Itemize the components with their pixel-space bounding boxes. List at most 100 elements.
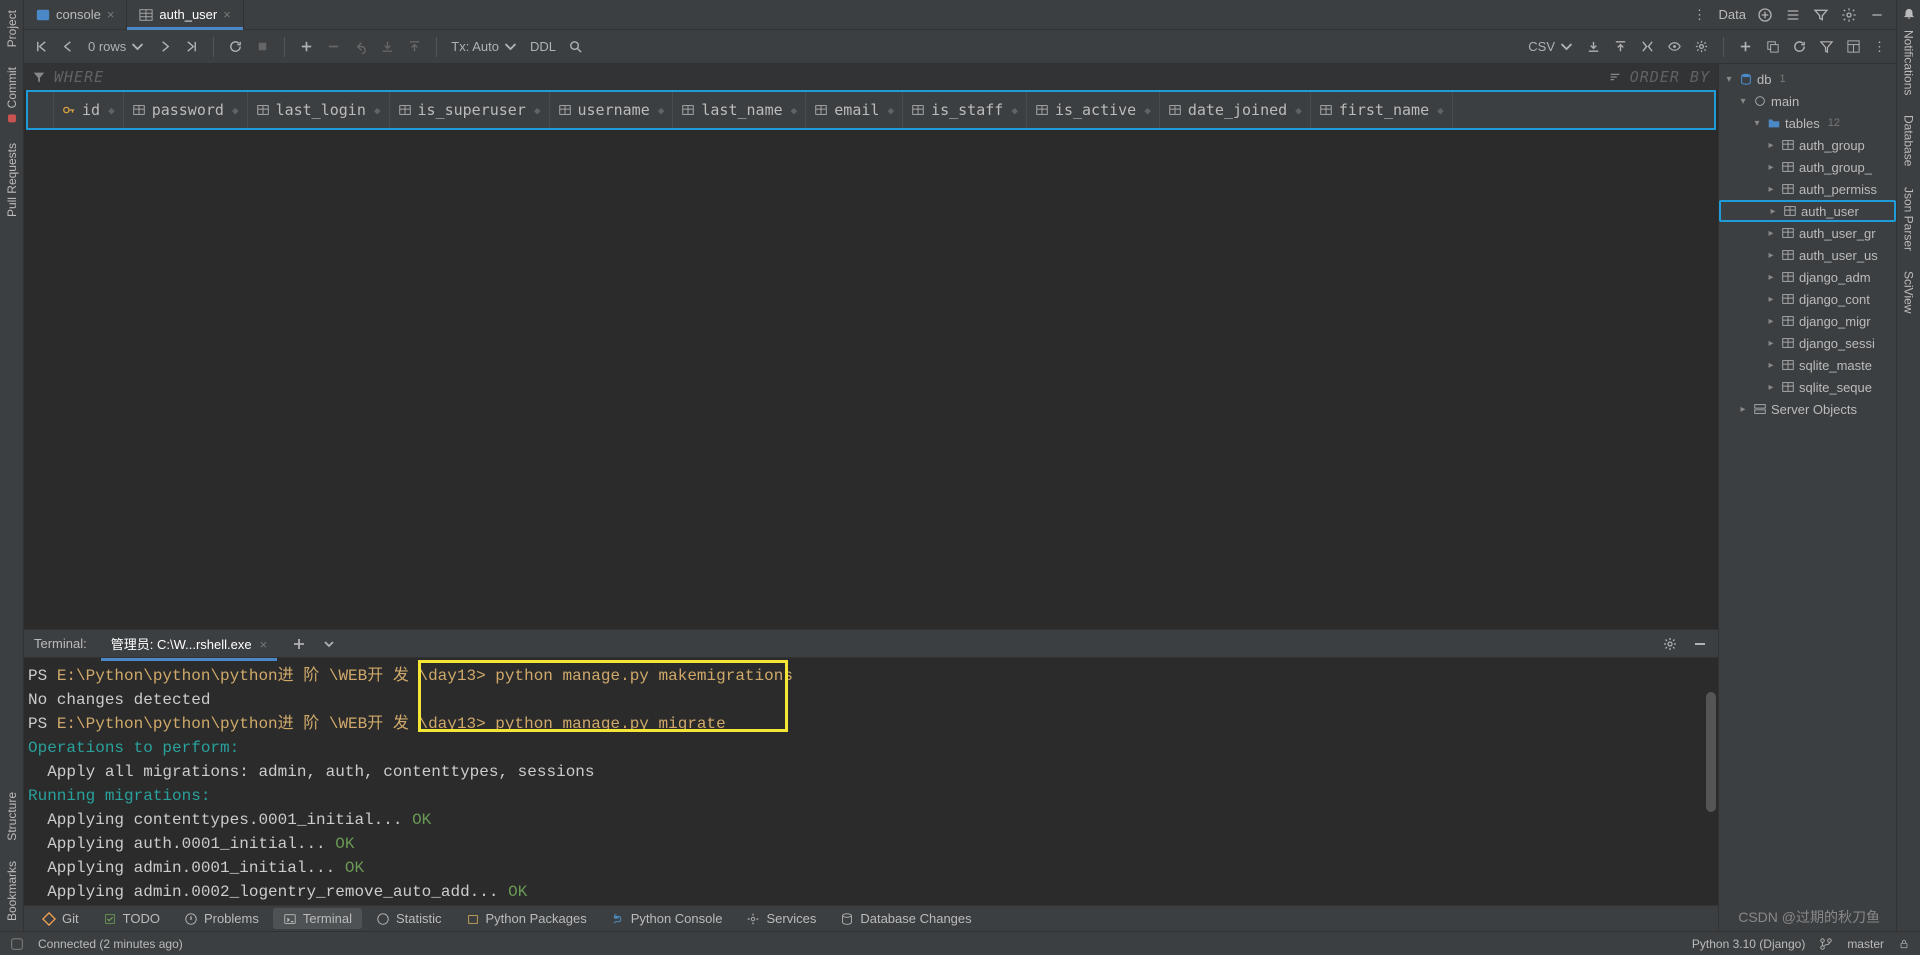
status-branch[interactable]: master	[1847, 937, 1884, 951]
left-tab-pull-requests[interactable]: Pull Requests	[3, 133, 21, 227]
right-tab-notifications[interactable]: Notifications	[1900, 20, 1918, 105]
status-python[interactable]: Python 3.10 (Django)	[1692, 937, 1805, 951]
btool-python-console[interactable]: Python Console	[601, 908, 733, 929]
tab-auth-user[interactable]: auth_user ×	[127, 0, 243, 29]
btool-python-packages[interactable]: Python Packages	[456, 908, 597, 929]
sort-icon[interactable]	[1608, 70, 1622, 84]
column-header-last_name[interactable]: last_name◆	[673, 92, 806, 128]
tree-node-tables[interactable]: ▾tables12	[1719, 112, 1896, 134]
tx-mode[interactable]: Tx: Auto	[451, 39, 518, 54]
add-terminal-icon[interactable]	[291, 636, 307, 652]
tree-node-django_adm[interactable]: ▸django_adm	[1719, 266, 1896, 288]
tree-node-auth_user[interactable]: ▸auth_user	[1719, 200, 1896, 222]
branch-icon[interactable]	[1819, 937, 1833, 951]
tree-node-sqlite_maste[interactable]: ▸sqlite_maste	[1719, 354, 1896, 376]
right-tab-json-parser[interactable]: Json Parser	[1900, 177, 1918, 261]
tree-node-auth_group_[interactable]: ▸auth_group_	[1719, 156, 1896, 178]
export-csv[interactable]: CSV	[1528, 39, 1574, 54]
view-icon[interactable]	[1667, 39, 1682, 54]
last-page-icon[interactable]	[184, 39, 199, 54]
column-header-password[interactable]: password◆	[124, 92, 248, 128]
copy-icon[interactable]	[1765, 39, 1780, 54]
tree-node-server-objects[interactable]: ▸Server Objects	[1719, 398, 1896, 420]
btool-git[interactable]: Git	[32, 908, 89, 929]
column-header-username[interactable]: username◆	[550, 92, 674, 128]
column-header-is_staff[interactable]: is_staff◆	[903, 92, 1027, 128]
gear-icon[interactable]	[1694, 39, 1709, 54]
data-grid-body[interactable]	[24, 130, 1718, 629]
btool-problems[interactable]: Problems	[174, 908, 269, 929]
collapse-icon[interactable]	[1784, 6, 1802, 24]
first-page-icon[interactable]	[34, 39, 49, 54]
layout-icon[interactable]	[1846, 39, 1861, 54]
reload-icon[interactable]	[228, 39, 243, 54]
btool-db-changes[interactable]: Database Changes	[830, 908, 981, 929]
column-header-email[interactable]: email◆	[806, 92, 903, 128]
revert-icon[interactable]	[353, 39, 368, 54]
compare-icon[interactable]	[1640, 39, 1655, 54]
close-icon[interactable]: ×	[107, 7, 115, 22]
tab-console[interactable]: console ×	[24, 0, 127, 29]
filter-db-icon[interactable]	[1819, 39, 1834, 54]
search-icon[interactable]	[568, 39, 583, 54]
row-count[interactable]: 0 rows	[88, 39, 145, 54]
btool-statistic[interactable]: Statistic	[366, 908, 452, 929]
btool-terminal[interactable]: Terminal	[273, 908, 362, 929]
next-page-icon[interactable]	[157, 39, 172, 54]
left-tab-structure[interactable]: Structure	[3, 782, 21, 851]
prev-page-icon[interactable]	[61, 39, 76, 54]
terminal-settings-icon[interactable]	[1662, 636, 1678, 652]
terminal-output[interactable]: PS E:\Python\python\python进 阶 \WEB开 发 \d…	[24, 658, 1718, 905]
tree-node-django_cont[interactable]: ▸django_cont	[1719, 288, 1896, 310]
btool-services[interactable]: Services	[736, 908, 826, 929]
tree-node-django_sessi[interactable]: ▸django_sessi	[1719, 332, 1896, 354]
close-icon[interactable]: ×	[260, 637, 268, 652]
tree-node-django_migr[interactable]: ▸django_migr	[1719, 310, 1896, 332]
orderby-label[interactable]: ORDER BY	[1630, 68, 1710, 86]
left-tab-commit[interactable]: Commit	[3, 57, 21, 132]
terminal-scrollbar[interactable]	[1706, 662, 1716, 901]
tree-node-sqlite_seque[interactable]: ▸sqlite_seque	[1719, 376, 1896, 398]
tree-node-auth_group[interactable]: ▸auth_group	[1719, 134, 1896, 156]
btool-todo[interactable]: TODO	[93, 908, 170, 929]
bell-icon[interactable]	[1902, 6, 1916, 20]
filter-panel-icon[interactable]	[1812, 6, 1830, 24]
column-header-last_login[interactable]: last_login◆	[248, 92, 390, 128]
download-icon[interactable]	[1586, 39, 1601, 54]
tree-node-auth_user_gr[interactable]: ▸auth_user_gr	[1719, 222, 1896, 244]
menu-icon[interactable]: ⋮	[1691, 6, 1709, 24]
minimize-icon[interactable]	[1868, 6, 1886, 24]
column-header-id[interactable]: id◆	[54, 92, 124, 128]
column-header-date_joined[interactable]: date_joined◆	[1160, 92, 1311, 128]
column-header-is_superuser[interactable]: is_superuser◆	[390, 92, 550, 128]
new-query-icon[interactable]	[1738, 39, 1753, 54]
close-icon[interactable]: ×	[223, 7, 231, 22]
tree-node-auth_permiss[interactable]: ▸auth_permiss	[1719, 178, 1896, 200]
ddl-button[interactable]: DDL	[530, 39, 556, 54]
commit-icon[interactable]	[380, 39, 395, 54]
add-row-icon[interactable]	[299, 39, 314, 54]
add-datasource-icon[interactable]	[1756, 6, 1774, 24]
tree-node-auth_user_us[interactable]: ▸auth_user_us	[1719, 244, 1896, 266]
filter-icon[interactable]	[32, 70, 46, 84]
stop-icon[interactable]	[255, 39, 270, 54]
where-label[interactable]: WHERE	[54, 68, 104, 86]
import-icon[interactable]	[1613, 39, 1628, 54]
column-header-is_active[interactable]: is_active◆	[1027, 92, 1160, 128]
lock-icon[interactable]	[1898, 938, 1910, 950]
terminal-tab[interactable]: 管理员: C:\W...rshell.exe×	[101, 631, 277, 656]
tree-node-db[interactable]: ▾db1	[1719, 68, 1896, 90]
settings-icon[interactable]	[1840, 6, 1858, 24]
right-tab-database[interactable]: Database	[1900, 105, 1918, 176]
column-header-first_name[interactable]: first_name◆	[1311, 92, 1453, 128]
right-tab-sciview[interactable]: SciView	[1900, 261, 1918, 323]
hide-terminal-icon[interactable]	[1692, 636, 1708, 652]
chevron-down-icon[interactable]	[321, 636, 337, 652]
left-tab-project[interactable]: Project	[3, 0, 21, 57]
left-tab-bookmarks[interactable]: Bookmarks	[3, 851, 21, 931]
refresh-db-icon[interactable]	[1792, 39, 1807, 54]
more-icon[interactable]: ⋮	[1873, 39, 1886, 55]
tree-node-main[interactable]: ▾main	[1719, 90, 1896, 112]
submit-icon[interactable]	[407, 39, 422, 54]
remove-row-icon[interactable]	[326, 39, 341, 54]
